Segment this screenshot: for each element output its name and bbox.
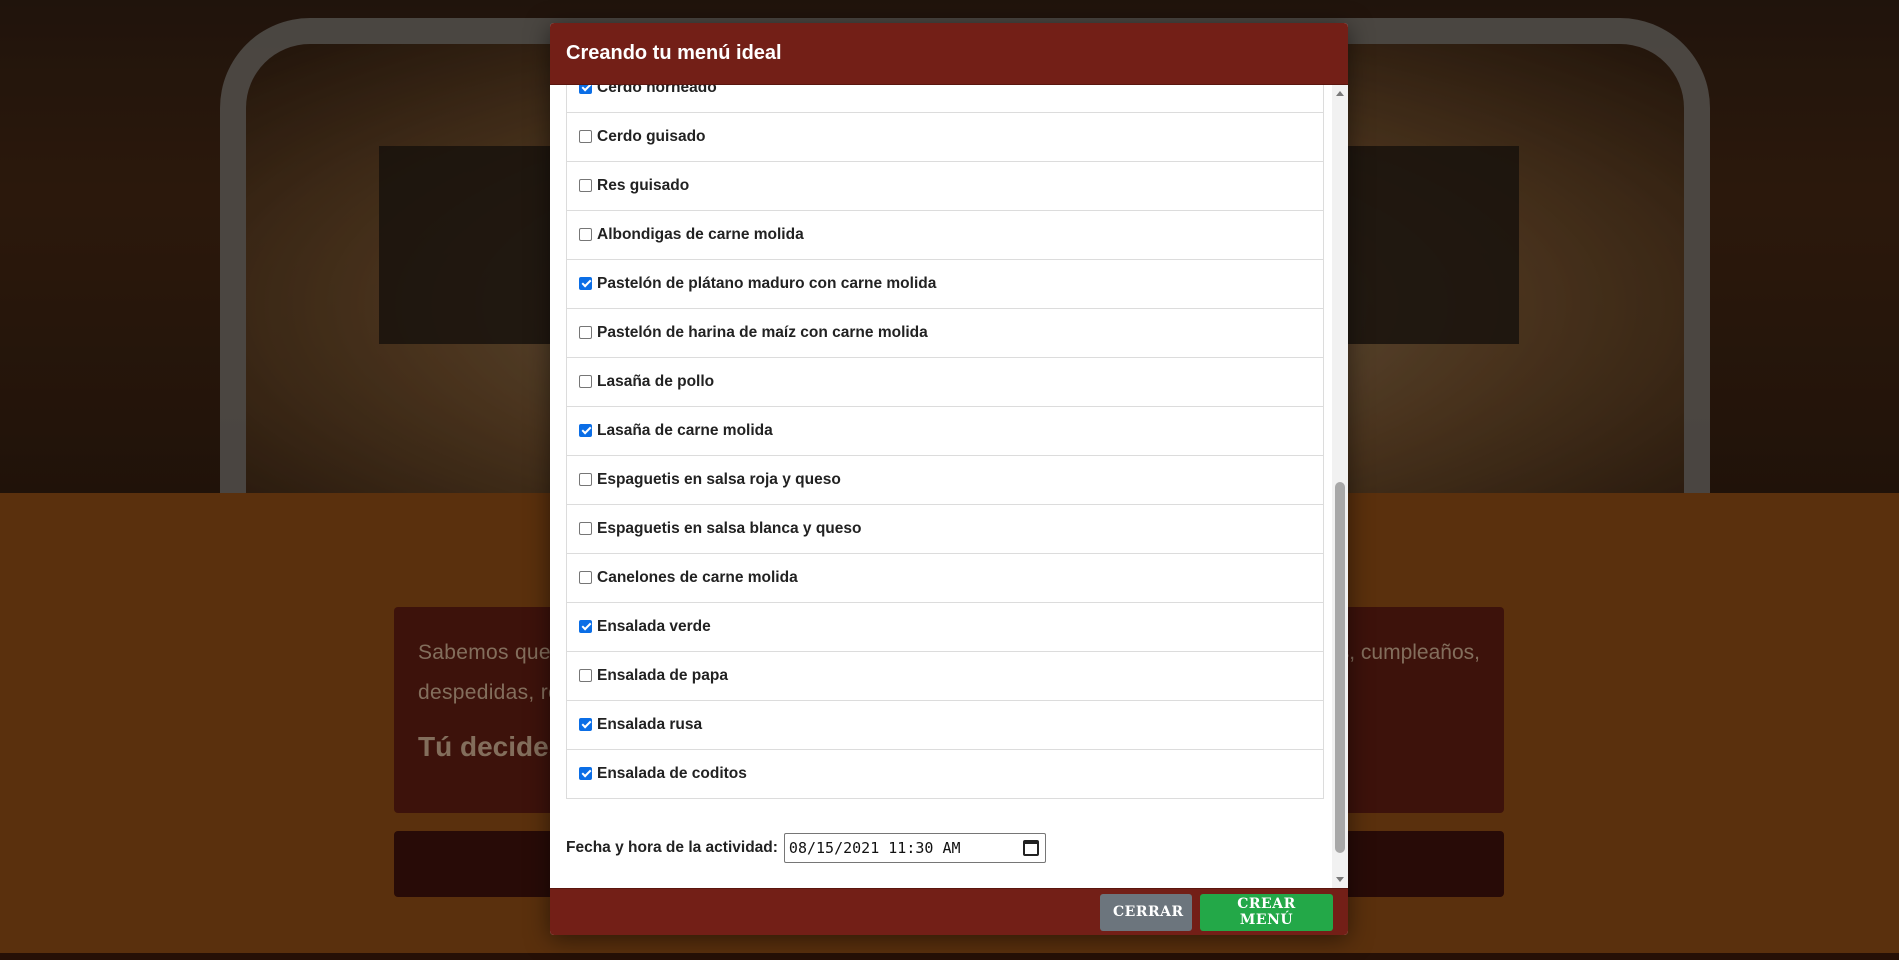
menu-item-label: Espaguetis en salsa blanca y queso [597,520,862,537]
menu-item-list: Cerdo horneado Cerdo guisado Res guisado Al… [566,85,1324,799]
calendar-icon[interactable] [1022,840,1039,856]
menu-item-checkbox[interactable] [579,178,592,192]
date-value: 08/15/2021 11:30 AM [788,839,961,857]
menu-item-checkbox[interactable] [579,325,592,339]
modal-header: Creando tu menú ideal [550,23,1348,85]
menu-item-row[interactable]: Ensalada rusa [567,701,1323,750]
menu-item-checkbox[interactable] [579,766,592,780]
scroll-down-arrow-icon[interactable] [1336,877,1344,882]
menu-item-label: Canelones de carne molida [597,569,798,586]
menu-item-row[interactable]: Espaguetis en salsa roja y queso [567,456,1323,505]
menu-modal: Creando tu menú ideal Cerdo horneado Cerd… [550,23,1348,935]
menu-item-label: Pastelón de harina de maíz con carne mol… [597,324,928,341]
modal-body[interactable]: Cerdo horneado Cerdo guisado Res guisado Al… [550,85,1348,888]
menu-item-checkbox[interactable] [579,717,592,731]
menu-item-row[interactable]: Cerdo guisado [567,113,1323,162]
menu-item-row[interactable]: Lasaña de carne molida [567,407,1323,456]
menu-item-checkbox[interactable] [579,619,592,633]
menu-item-row[interactable]: Ensalada de papa [567,652,1323,701]
menu-item-checkbox[interactable] [579,227,592,241]
menu-item-row[interactable]: Albondigas de carne molida [567,211,1323,260]
menu-item-checkbox[interactable] [579,521,592,535]
modal-title: Creando tu menú ideal [566,42,782,64]
menu-item-checkbox[interactable] [579,276,592,290]
menu-item-row[interactable]: Res guisado [567,162,1323,211]
menu-item-checkbox[interactable] [579,570,592,584]
menu-item-label: Lasaña de pollo [597,373,715,390]
menu-item-checkbox[interactable] [579,423,592,437]
menu-item-row[interactable]: Ensalada verde [567,603,1323,652]
menu-item-row[interactable]: Ensalada de coditos [567,750,1323,799]
menu-item-checkbox[interactable] [579,472,592,486]
scroll-up-arrow-icon[interactable] [1336,91,1344,96]
modal-footer: CERRAR CREAR MENÚ [550,888,1348,935]
menu-item-row[interactable]: Cerdo horneado [567,85,1323,113]
menu-item-label: Res guisado [597,177,690,194]
modal-scrollbar[interactable] [1332,85,1348,888]
menu-item-row[interactable]: Pastelón de plátano maduro con carne mol… [567,260,1323,309]
activity-datetime-input[interactable]: 08/15/2021 11:30 AM [783,833,1046,863]
menu-item-label: Ensalada verde [597,618,711,635]
menu-item-label: Ensalada de papa [597,667,728,684]
menu-item-label: Pastelón de plátano maduro con carne mol… [597,275,937,292]
menu-item-checkbox[interactable] [579,85,592,94]
scrollbar-thumb[interactable] [1335,482,1345,853]
menu-item-row[interactable]: Canelones de carne molida [567,554,1323,603]
menu-item-row[interactable]: Espaguetis en salsa blanca y queso [567,505,1323,554]
menu-item-label: Cerdo horneado [597,85,717,96]
close-button[interactable]: CERRAR [1100,893,1192,931]
menu-item-row[interactable]: Lasaña de pollo [567,358,1323,407]
menu-item-label: Lasaña de carne molida [597,422,773,439]
menu-item-label: Ensalada rusa [597,716,703,733]
menu-item-label: Ensalada de coditos [597,765,747,782]
menu-item-checkbox[interactable] [579,374,592,388]
menu-item-label: Albondigas de carne molida [597,226,804,243]
menu-item-checkbox[interactable] [579,129,592,143]
date-row: Fecha y hora de la actividad: 08/15/2021… [566,833,1046,863]
menu-item-row[interactable]: Pastelón de harina de maíz con carne mol… [567,309,1323,358]
menu-item-checkbox[interactable] [579,668,592,682]
date-label: Fecha y hora de la actividad: [566,839,778,856]
create-menu-button[interactable]: CREAR MENÚ [1200,893,1333,931]
menu-item-label: Espaguetis en salsa roja y queso [597,471,841,488]
menu-item-label: Cerdo guisado [597,128,706,145]
